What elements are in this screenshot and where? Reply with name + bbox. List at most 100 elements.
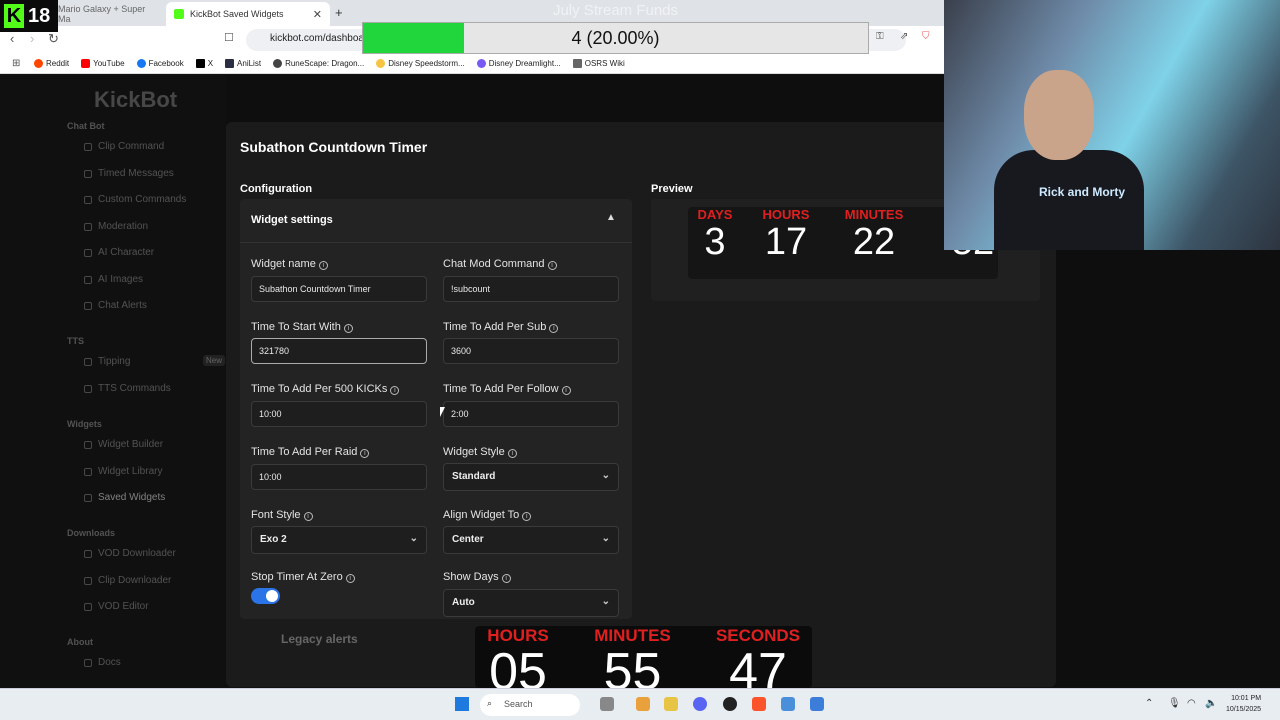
sidebar-item-tipping[interactable]: Tipping xyxy=(84,356,130,367)
bookmark-label: Facebook xyxy=(148,59,184,68)
sidebar-item-icon xyxy=(84,248,92,257)
chevron-down-icon: ⌄ xyxy=(601,596,610,607)
align-widget-label: Align Widget To i xyxy=(443,509,532,521)
bookmark-icon[interactable]: ☐ xyxy=(224,31,234,44)
info-icon[interactable]: i xyxy=(318,261,328,270)
sidebar-item-chat-alerts[interactable]: Chat Alerts xyxy=(84,300,147,311)
app-icon[interactable] xyxy=(781,697,795,711)
sidebar-item-clip-command[interactable]: Clip Command xyxy=(84,141,164,152)
sidebar-item-icon xyxy=(84,549,92,558)
info-icon[interactable]: i xyxy=(561,386,571,395)
sidebar-item-tts-commands[interactable]: TTS Commands xyxy=(84,383,171,394)
clock-date: 10/15/2025 xyxy=(1226,706,1262,713)
sidebar-item-label: VOD Downloader xyxy=(98,548,176,559)
bookmark-osrs[interactable]: OSRS Wiki xyxy=(572,59,625,68)
info-icon[interactable]: i xyxy=(507,449,517,458)
bookmark-anilist[interactable]: AniList xyxy=(225,59,261,68)
select-value: Exo 2 xyxy=(260,534,287,545)
info-icon[interactable]: i xyxy=(390,386,400,395)
time-per-follow-input[interactable]: 2:00 xyxy=(443,401,619,427)
sidebar-item-vod-editor[interactable]: VOD Editor xyxy=(84,601,149,612)
windows-start-icon[interactable] xyxy=(455,697,469,711)
sidebar-item-moderation[interactable]: Moderation xyxy=(84,221,148,232)
widget-name-input[interactable]: Subathon Countdown Timer xyxy=(251,276,427,302)
facebook-icon xyxy=(136,59,146,68)
bookmark-facebook[interactable]: Facebook xyxy=(136,59,184,68)
sidebar-item-widget-builder[interactable]: Widget Builder xyxy=(84,439,163,450)
timer-label: MINUTES xyxy=(844,207,904,222)
sidebar-item-vod-downloader[interactable]: VOD Downloader xyxy=(84,548,176,559)
sidebar-item-label: VOD Editor xyxy=(98,601,149,612)
new-tab-icon[interactable]: + xyxy=(335,5,343,20)
info-icon[interactable]: i xyxy=(549,324,559,333)
widget-settings-header[interactable]: Widget settings xyxy=(251,214,333,226)
app-icon[interactable] xyxy=(600,697,614,711)
bookmark-dreamlight[interactable]: Disney Dreamlight... xyxy=(476,59,561,68)
sidebar-section-tts: TTS xyxy=(67,336,84,346)
info-icon[interactable]: i xyxy=(303,512,313,521)
legacy-alerts-link[interactable]: Legacy alerts xyxy=(281,632,358,646)
system-clock[interactable]: 10:01 PM 10/15/2025 xyxy=(1226,693,1261,715)
calculator-icon[interactable] xyxy=(810,697,824,711)
close-icon[interactable]: ✕ xyxy=(313,8,322,21)
forward-icon[interactable]: › xyxy=(30,31,34,46)
sidebar-item-timed-messages[interactable]: Timed Messages xyxy=(84,168,174,179)
sidebar-item-docs[interactable]: Docs xyxy=(84,657,121,668)
info-icon[interactable]: i xyxy=(360,449,370,458)
time-per-sub-input[interactable]: 3600 xyxy=(443,338,619,364)
stop-timer-toggle[interactable] xyxy=(251,588,280,604)
preview-minutes: MINUTES 22 xyxy=(836,207,912,262)
sidebar-item-label: Saved Widgets xyxy=(98,492,166,503)
chat-mod-command-input[interactable]: !subcount xyxy=(443,276,619,302)
bookmark-label: AniList xyxy=(237,59,262,68)
discord-icon[interactable] xyxy=(693,697,707,711)
chrome-icon[interactable] xyxy=(636,697,650,711)
bookmark-x[interactable]: X xyxy=(195,59,213,68)
time-per-500-kicks-input[interactable]: 10:00 xyxy=(251,401,427,427)
bookmark-reddit[interactable]: Reddit xyxy=(34,59,69,68)
info-icon[interactable]: i xyxy=(501,574,511,583)
share-icon[interactable]: ⇗ xyxy=(900,31,908,42)
time-per-raid-input[interactable]: 10:00 xyxy=(251,464,427,490)
bookmark-speedstorm[interactable]: Disney Speedstorm... xyxy=(376,59,465,68)
kick-favicon-icon xyxy=(174,9,184,19)
folder-icon[interactable] xyxy=(664,697,678,711)
sidebar-item-saved-widgets[interactable]: Saved Widgets xyxy=(84,492,165,503)
info-icon[interactable]: i xyxy=(343,324,353,333)
info-icon[interactable]: i xyxy=(345,574,355,583)
show-days-select[interactable]: Auto ⌄ xyxy=(443,589,619,617)
obs-icon[interactable] xyxy=(723,697,737,711)
sidebar-item-widget-library[interactable]: Widget Library xyxy=(84,466,162,477)
reload-icon[interactable]: ↻ xyxy=(48,31,59,47)
tab-kickbot[interactable]: KickBot Saved Widgets ✕ xyxy=(166,2,330,26)
align-widget-select[interactable]: Center ⌄ xyxy=(443,526,619,554)
sidebar-item-ai-images[interactable]: AI Images xyxy=(84,274,143,285)
microphone-icon[interactable]: 🎙 xyxy=(1168,698,1181,709)
wifi-icon[interactable]: ◠ xyxy=(1187,698,1196,709)
apps-grid-icon[interactable]: ⊞ xyxy=(12,58,20,69)
sidebar-item-label: AI Images xyxy=(98,274,144,285)
back-icon[interactable]: ‹ xyxy=(10,31,14,46)
taskbar-search[interactable]: Search xyxy=(480,694,580,716)
bookmark-runescape[interactable]: RuneScape: Dragon... xyxy=(273,59,364,68)
sidebar-item-custom-commands[interactable]: Custom Commands xyxy=(84,194,186,205)
key-icon[interactable]: ⚿ xyxy=(876,31,884,42)
bookmark-label: Disney Dreamlight... xyxy=(488,59,561,68)
speaker-icon[interactable]: 🔈 xyxy=(1205,698,1217,709)
chevron-up-icon[interactable]: ⌃ xyxy=(1145,698,1153,709)
font-style-select[interactable]: Exo 2 ⌄ xyxy=(251,526,427,554)
bookmark-youtube[interactable]: YouTube xyxy=(81,59,125,68)
shield-icon[interactable]: ⛉ xyxy=(922,31,930,42)
time-to-start-input[interactable]: 321780 xyxy=(251,338,427,364)
preview-heading: Preview xyxy=(651,183,693,195)
info-icon[interactable]: i xyxy=(522,512,532,521)
tab-mario[interactable]: Mario Galaxy + Super Ma xyxy=(50,2,162,26)
sidebar-item-ai-character[interactable]: AI Character xyxy=(84,247,154,258)
info-icon[interactable]: i xyxy=(547,261,557,270)
preview-days: DAYS 3 xyxy=(694,207,736,262)
sidebar-item-icon xyxy=(84,467,92,476)
sidebar-item-clip-downloader[interactable]: Clip Downloader xyxy=(84,575,171,586)
brave-icon[interactable] xyxy=(752,697,766,711)
chevron-up-icon[interactable]: ▲ xyxy=(606,212,616,223)
widget-style-select[interactable]: Standard ⌄ xyxy=(443,463,619,491)
